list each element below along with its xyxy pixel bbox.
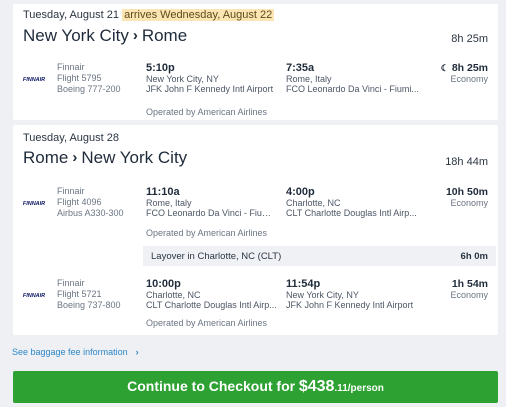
- segment-duration-block: 1h 54m Economy: [450, 278, 488, 301]
- return-flight-card: Tuesday, August 28 Rome › New York City 18…: [13, 125, 498, 335]
- return-route-title: Rome › New York City: [23, 148, 187, 168]
- layover-bar: Layover in Charlotte, NC (CLT) 6h 0m: [143, 246, 496, 266]
- operated-by: Operated by American Airlines: [146, 107, 268, 117]
- finnair-logo-icon: FINNAIR: [23, 201, 45, 207]
- arrival-info: 11:54p New York City, NY JFK John F Kenn…: [286, 278, 421, 310]
- chevron-right-icon: ›: [135, 347, 139, 357]
- arrival-info: 4:00p Charlotte, NC CLT Charlotte Dougla…: [286, 186, 421, 218]
- flight-number: Flight 4096: [57, 197, 102, 207]
- finnair-logo-icon: FINNAIR: [23, 293, 45, 299]
- svg-text:FINNAIR: FINNAIR: [23, 293, 45, 299]
- departure-info: 10:00p Charlotte, NC CLT Charlotte Dougl…: [146, 278, 278, 310]
- flight-number: Flight 5721: [57, 289, 102, 299]
- finnair-logo-icon: FINNAIR: [23, 77, 45, 83]
- layover-duration: 6h 0m: [460, 251, 488, 262]
- airline-name: Finnair: [57, 278, 85, 288]
- outbound-date-text: Tuesday, August 21: [23, 9, 120, 21]
- moon-icon: ☾: [440, 63, 449, 73]
- aircraft-type: Airbus A330-300: [57, 208, 124, 218]
- departure-info: 11:10a Rome, Italy FCO Leonardo Da Vinci…: [146, 186, 278, 218]
- checkout-button-label: Continue to Checkout for: [127, 378, 296, 394]
- departure-city: New York City, NY: [146, 74, 219, 84]
- svg-text:FINNAIR: FINNAIR: [23, 77, 45, 83]
- return-date-text: Tuesday, August 28: [23, 132, 120, 144]
- arrival-info: 7:35a Rome, Italy FCO Leonardo Da Vinci …: [286, 62, 421, 94]
- cabin-class: Economy: [450, 198, 488, 208]
- departure-city: Rome, Italy: [146, 198, 192, 208]
- baggage-fee-link-text[interactable]: See baggage fee information: [12, 347, 128, 357]
- aircraft-type: Boeing 777-200: [57, 84, 121, 94]
- departure-time: 10:00p: [146, 278, 181, 290]
- airline-info: Finnair Flight 5721 Boeing 737-800: [57, 278, 121, 311]
- arrival-airport: FCO Leonardo Da Vinci - Fiumi...: [286, 84, 419, 94]
- route-origin: New York City: [23, 26, 129, 45]
- departure-info: 5:10p New York City, NY JFK John F Kenne…: [146, 62, 278, 94]
- checkout-price: $438: [298, 378, 335, 395]
- operated-by: Operated by American Airlines: [146, 228, 268, 238]
- segment-duration-block: 10h 50m Economy: [446, 186, 488, 209]
- flight-segment: FINNAIR Finnair Flight 5795 Boeing 777-2…: [13, 62, 498, 122]
- departure-airport: FCO Leonardo Da Vinci - Fiumi...: [146, 208, 278, 218]
- segment-duration: 10h 50m: [445, 186, 488, 198]
- segment-duration: 1h 54m: [451, 278, 488, 290]
- arrival-city: Charlotte, NC: [286, 198, 341, 208]
- arrival-time: 11:54p: [286, 278, 321, 290]
- flight-number: Flight 5795: [57, 73, 102, 83]
- arrival-airport: CLT Charlotte Douglas Intl Airp...: [286, 208, 417, 218]
- operated-by: Operated by American Airlines: [146, 318, 268, 328]
- cabin-class: Economy: [450, 290, 488, 300]
- checkout-per-person: /person: [347, 383, 384, 394]
- return-total-duration: 18h 44m: [445, 156, 488, 168]
- segment-duration: ☾ 8h 25m: [441, 62, 488, 74]
- svg-text:FINNAIR: FINNAIR: [23, 201, 45, 207]
- return-date: Tuesday, August 28: [23, 132, 119, 144]
- arrival-day-badge: arrives Wednesday, August 22: [122, 9, 275, 21]
- airline-name: Finnair: [57, 62, 85, 72]
- departure-city: Charlotte, NC: [146, 290, 201, 300]
- departure-time: 5:10p: [146, 62, 175, 74]
- checkout-price-cents: .11: [334, 383, 348, 394]
- outbound-flight-card: Tuesday, August 21 arrives Wednesday, Au…: [13, 4, 498, 120]
- route-destination: New York City: [81, 148, 188, 167]
- departure-time: 11:10a: [146, 186, 180, 198]
- cabin-class: Economy: [450, 74, 488, 84]
- arrival-time: 7:35a: [286, 62, 315, 74]
- layover-label: Layover in Charlotte, NC (CLT): [151, 251, 282, 262]
- route-chevron-icon: ›: [132, 27, 138, 44]
- outbound-total-duration: 8h 25m: [451, 33, 488, 45]
- arrival-city: New York City, NY: [286, 290, 359, 300]
- baggage-fee-link[interactable]: See baggage fee information ›: [12, 347, 139, 357]
- flight-segment: FINNAIR Finnair Flight 5721 Boeing 737-8…: [13, 278, 498, 338]
- outbound-date: Tuesday, August 21 arrives Wednesday, Au…: [23, 9, 275, 21]
- arrival-time: 4:00p: [286, 186, 315, 198]
- arrival-city: Rome, Italy: [286, 74, 332, 84]
- segment-duration-text: 8h 25m: [451, 62, 488, 74]
- arrival-airport: JFK John F Kennedy Intl Airport: [286, 300, 414, 310]
- segment-duration-block: ☾ 8h 25m Economy: [441, 62, 488, 85]
- route-destination: Rome: [141, 26, 188, 45]
- departure-airport: CLT Charlotte Douglas Intl Airp...: [146, 300, 277, 310]
- departure-airport: JFK John F Kennedy Intl Airport: [146, 84, 274, 94]
- airline-info: Finnair Flight 5795 Boeing 777-200: [57, 62, 121, 95]
- airline-info: Finnair Flight 4096 Airbus A330-300: [57, 186, 124, 219]
- route-chevron-icon: ›: [72, 149, 78, 166]
- continue-to-checkout-button[interactable]: Continue to Checkout for $438.11/person: [13, 371, 498, 403]
- airline-name: Finnair: [57, 186, 85, 196]
- flight-segment: FINNAIR Finnair Flight 4096 Airbus A330-…: [13, 186, 498, 246]
- aircraft-type: Boeing 737-800: [57, 300, 121, 310]
- route-origin: Rome: [23, 148, 69, 167]
- outbound-route-title: New York City › Rome: [23, 26, 187, 46]
